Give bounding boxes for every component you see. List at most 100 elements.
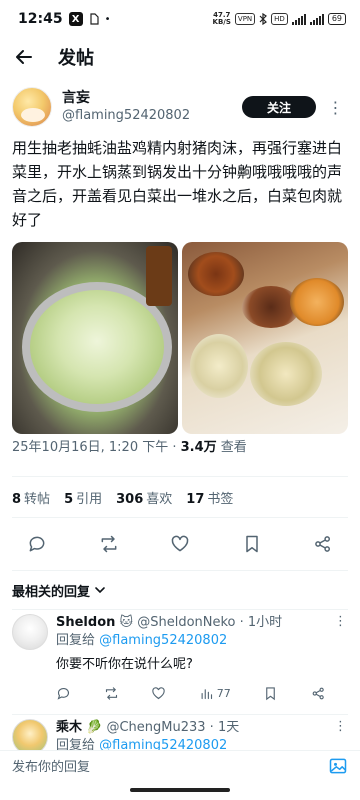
share-icon <box>312 687 324 700</box>
bluetooth-icon <box>259 13 268 25</box>
reply-compose-bar[interactable]: 发布你的回复 <box>0 750 360 780</box>
stat-count: 5 <box>64 491 74 507</box>
cat-emoji-icon: 🐱 <box>119 615 134 630</box>
timestamp-text: 25年10月16日, 1:20 下午 · <box>12 440 181 455</box>
reply-text: 你要不听你在说什么呢? <box>56 657 193 672</box>
post-stats: 8 转帖 5 引用 306 喜欢 17 书签 <box>0 477 360 517</box>
author-avatar[interactable] <box>12 87 52 127</box>
reply-body: Sheldon 🐱 @SheldonNeko · 1小时 回复给 @flamin… <box>56 614 348 708</box>
more-horizontal-icon[interactable]: ⋮ <box>324 98 348 117</box>
reply-views[interactable]: 77 <box>199 686 231 701</box>
reply-sort-dropdown[interactable]: 最相关的回复 <box>0 571 360 609</box>
reply-avatar[interactable] <box>12 614 48 650</box>
dish-orange <box>290 278 344 326</box>
more-horizontal-icon[interactable]: ⋮ <box>334 614 348 629</box>
leaf-emoji-icon: 🥬 <box>86 720 103 735</box>
signal-bars-1 <box>291 13 306 25</box>
follow-button[interactable]: 关注 <box>242 96 316 118</box>
dot-icon: • <box>104 13 111 25</box>
reply-author-name[interactable]: 乘木 <box>56 720 82 735</box>
more-horizontal-icon[interactable]: ⋮ <box>334 719 348 734</box>
gesture-bar[interactable] <box>130 788 230 792</box>
reply-header: Sheldon 🐱 @SheldonNeko · 1小时 <box>56 614 348 632</box>
status-time: 12:45 <box>18 11 63 27</box>
reply-share-button[interactable] <box>311 686 326 701</box>
sauce-bottle <box>146 246 172 306</box>
heart-icon <box>152 687 165 700</box>
status-right: 47.7 KB/S VPN HD 69 <box>213 12 346 26</box>
author-names: 言妄 @flaming52420802 <box>62 89 242 125</box>
status-bar: 12:45 X • 47.7 KB/S VPN HD 69 <box>0 0 360 38</box>
reply-action-bar: 77 <box>56 676 326 701</box>
heart-icon <box>171 535 189 552</box>
reply-author-name[interactable]: Sheldon <box>56 615 115 630</box>
battery-indicator: 69 <box>327 13 346 25</box>
bookmark-icon <box>266 687 276 701</box>
signal-bars-2 <box>309 13 324 25</box>
post-text: 用生抽老抽蚝油盐鸡精内射猪肉沫，再强行塞进白菜里，开水上锅蒸到锅发出十分钟齁哦哦… <box>12 139 343 228</box>
reply-handle-time: @SheldonNeko · 1小时 <box>133 615 283 630</box>
views-count: 3.4万 <box>180 440 217 455</box>
repost-button[interactable] <box>98 533 120 555</box>
reply-repost-button[interactable] <box>104 686 119 701</box>
stat-label: 书签 <box>207 491 234 507</box>
views-label: 查看 <box>216 440 247 455</box>
sort-label: 最相关的回复 <box>12 584 91 600</box>
compose-placeholder[interactable]: 发布你的回复 <box>12 756 90 775</box>
bookmark-button[interactable] <box>241 533 263 555</box>
chevron-down-icon <box>95 587 105 594</box>
reply-reply-button[interactable] <box>56 686 71 701</box>
author-name[interactable]: 言妄 <box>62 89 242 107</box>
stat-count: 17 <box>186 491 205 507</box>
views-chart-icon <box>201 689 212 700</box>
reply-button[interactable] <box>26 533 48 555</box>
stat-label: 引用 <box>76 491 103 507</box>
vpn-badge: VPN <box>234 13 256 25</box>
reply-like-button[interactable] <box>151 686 166 701</box>
post-photo-dishes[interactable] <box>182 242 348 434</box>
post-author: 言妄 @flaming52420802 关注 ⋮ <box>0 76 360 132</box>
reply-to-prefix: 回复给 <box>56 633 100 648</box>
reply-bookmark-button[interactable] <box>263 686 278 701</box>
image-icon[interactable] <box>328 756 348 776</box>
stat-count: 306 <box>116 491 144 507</box>
network-speed-unit: KB/S <box>212 18 231 26</box>
x-app-icon: X <box>68 12 83 26</box>
post-timestamp: 25年10月16日, 1:20 下午 · 3.4万 查看 <box>0 434 360 476</box>
bookmark-icon <box>245 535 258 553</box>
post-action-bar <box>0 518 360 570</box>
comment-icon <box>57 687 70 700</box>
author-handle[interactable]: @flaming52420802 <box>62 107 242 125</box>
sim-icon <box>89 13 99 25</box>
share-button[interactable] <box>312 533 334 555</box>
like-button[interactable] <box>169 533 191 555</box>
top-nav: 发帖 <box>0 38 360 76</box>
stat-label: 喜欢 <box>146 491 173 507</box>
stat-likes[interactable]: 306 喜欢 <box>116 488 172 507</box>
dish-braised <box>188 252 244 296</box>
share-icon <box>315 536 330 552</box>
stat-count: 8 <box>12 491 22 507</box>
stat-bookmarks[interactable]: 17 书签 <box>186 488 233 507</box>
hd-badge: HD <box>271 13 288 25</box>
reply-header: 乘木 🥬 @ChengMu233 · 1天 <box>56 719 348 737</box>
page-title: 发帖 <box>58 48 94 69</box>
dish-cabbage-2 <box>250 342 322 406</box>
stat-quotes[interactable]: 5 引用 <box>64 488 102 507</box>
stat-label: 转帖 <box>24 491 51 507</box>
reply-to-handle[interactable]: @flaming52420802 <box>99 633 227 648</box>
post-photo-steamer[interactable] <box>12 242 178 434</box>
comment-icon <box>29 536 45 552</box>
status-left: 12:45 X • <box>18 11 110 27</box>
repost-icon <box>101 535 116 553</box>
reply-views-count: 77 <box>216 687 231 700</box>
network-speed: 47.7 KB/S <box>213 12 231 26</box>
dish-cabbage-1 <box>190 334 248 398</box>
reply-handle-time: @ChengMu233 · 1天 <box>102 720 240 735</box>
reply-item[interactable]: Sheldon 🐱 @SheldonNeko · 1小时 回复给 @flamin… <box>0 610 360 708</box>
stat-reposts[interactable]: 8 转帖 <box>12 488 50 507</box>
reply-to-line: 回复给 @flaming52420802 <box>56 632 348 650</box>
arrow-left-icon[interactable] <box>14 47 34 67</box>
repost-icon <box>105 687 117 700</box>
post-media <box>0 228 360 434</box>
